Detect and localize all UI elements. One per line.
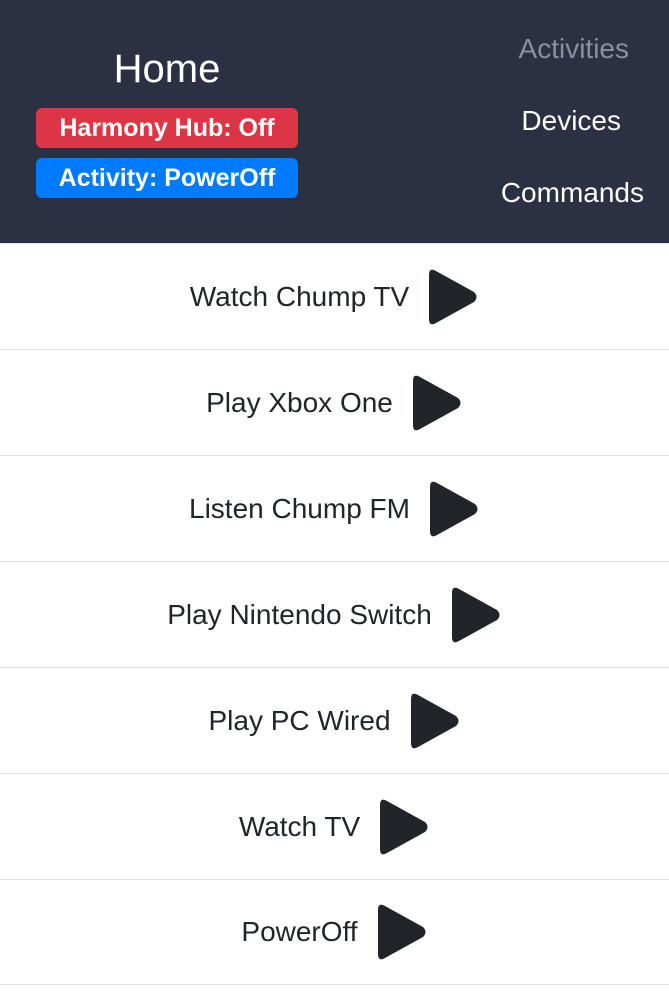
top-navbar: Home Harmony Hub: Off Activity: PowerOff… (0, 0, 669, 243)
activity-item-poweroff[interactable]: PowerOff (0, 879, 669, 985)
activity-label: Play Xbox One (206, 386, 393, 418)
activity-label: Watch TV (238, 810, 361, 842)
play-icon[interactable] (376, 797, 430, 857)
play-icon[interactable] (425, 267, 479, 327)
activity-item-play-pc-wired[interactable]: Play PC Wired (0, 667, 669, 773)
play-icon[interactable] (409, 373, 463, 433)
hub-status-badge: Harmony Hub: Off (36, 108, 298, 148)
nav-devices-link[interactable]: Devices (521, 101, 621, 141)
activity-label: PowerOff (241, 916, 358, 947)
page-title: Home (113, 47, 221, 91)
activity-list: Watch Chump TV Play Xbox One Listen Chum… (0, 243, 669, 985)
activity-label: Play Nintendo Switch (167, 598, 432, 630)
play-icon[interactable] (448, 585, 502, 645)
nav-activities-link[interactable]: Activities (519, 29, 629, 69)
activity-item-play-nintendo-switch[interactable]: Play Nintendo Switch (0, 561, 669, 667)
activity-label: Listen Chump FM (189, 492, 410, 524)
play-icon[interactable] (374, 902, 428, 962)
play-icon[interactable] (407, 691, 461, 751)
activity-item-watch-tv[interactable]: Watch TV (0, 773, 669, 879)
activity-label: Play PC Wired (208, 704, 391, 736)
activity-item-listen-chump-fm[interactable]: Listen Chump FM (0, 455, 669, 561)
activity-item-watch-chump-tv[interactable]: Watch Chump TV (0, 243, 669, 349)
brand-block: Home Harmony Hub: Off Activity: PowerOff (36, 0, 298, 198)
activity-label: Watch Chump TV (189, 280, 410, 312)
activity-status-badge: Activity: PowerOff (36, 158, 298, 198)
nav-commands-link[interactable]: Commands (501, 173, 644, 213)
activity-item-play-xbox-one[interactable]: Play Xbox One (0, 349, 669, 455)
play-icon[interactable] (426, 479, 480, 539)
